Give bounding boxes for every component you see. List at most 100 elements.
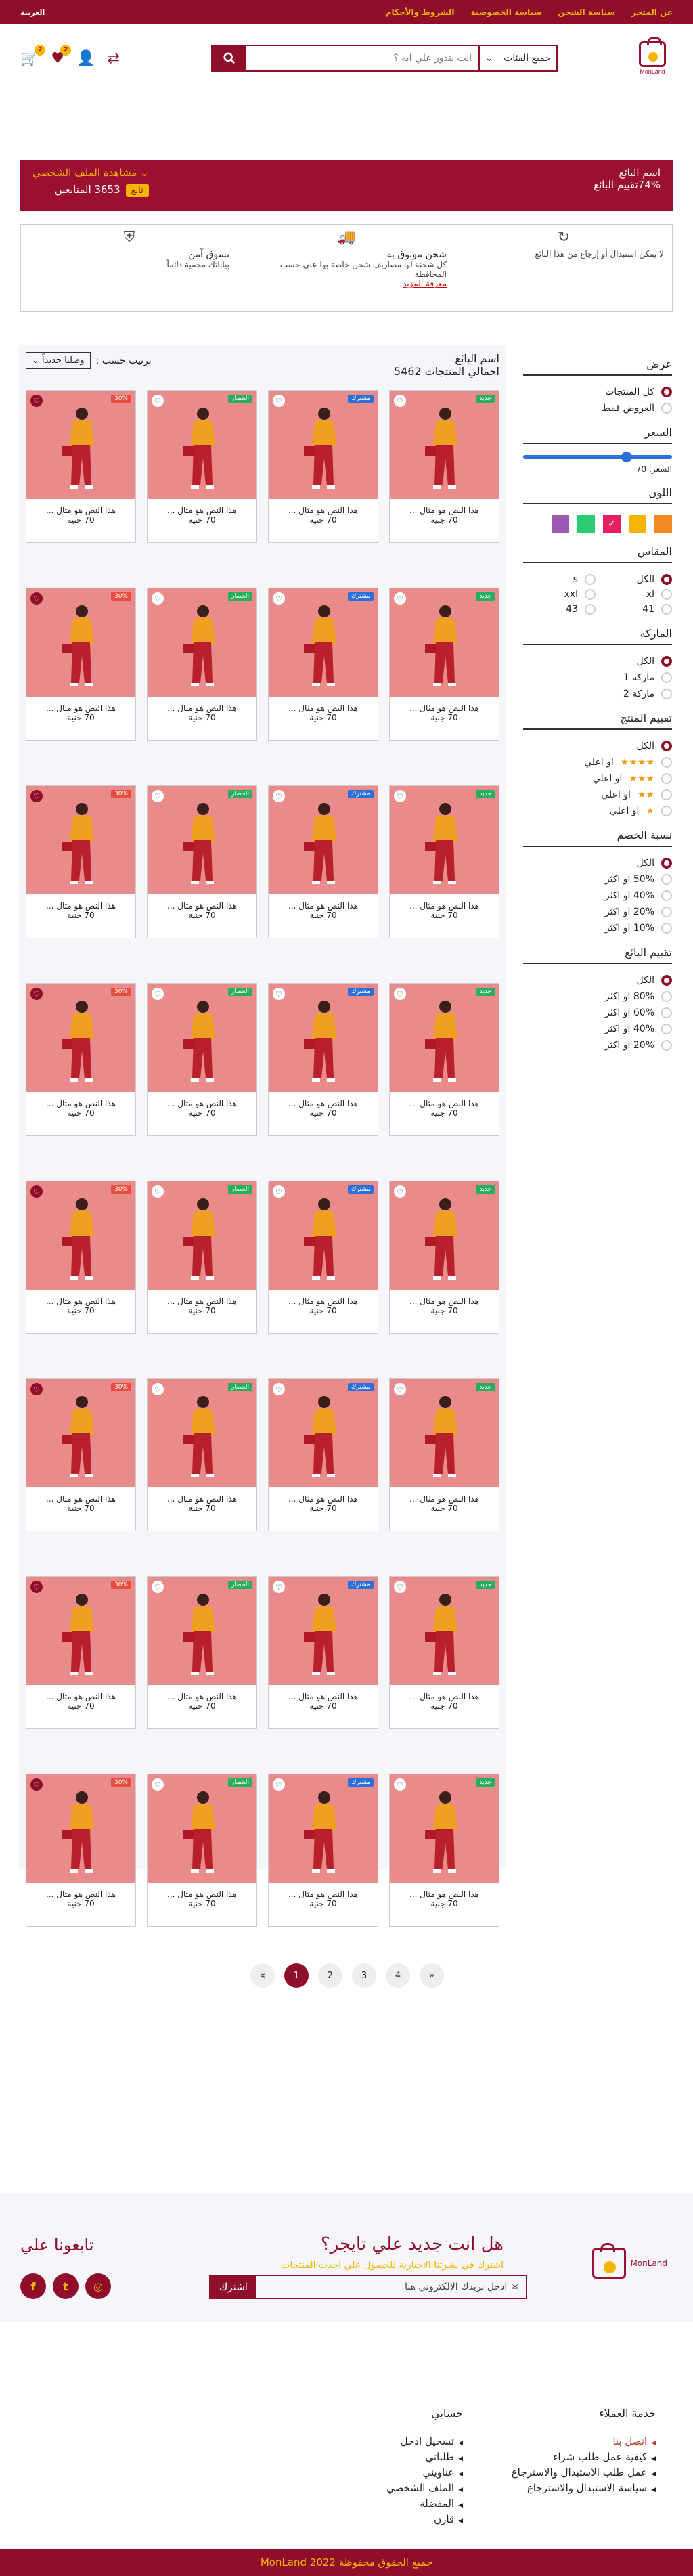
wishlist-heart-icon[interactable]: ♡: [394, 395, 406, 407]
user-icon[interactable]: 👤: [76, 50, 95, 67]
wishlist-heart-icon[interactable]: ♡: [394, 1383, 406, 1395]
product-card[interactable]: مشترك ♡ هذا النص هو مثال ... 70 جنية: [268, 390, 378, 543]
product-card[interactable]: مشترك ♡ هذا النص هو مثال ... 70 جنية: [268, 588, 378, 741]
product-image[interactable]: الحصار ♡: [148, 984, 256, 1092]
email-field[interactable]: ✉ ادخل بريدك الالكتروني هنا: [256, 2276, 526, 2298]
discount-option[interactable]: الكل: [523, 858, 672, 869]
wishlist-heart-icon[interactable]: ♡: [152, 592, 164, 605]
filter-option[interactable]: العروض فقط: [523, 403, 672, 414]
rating-option[interactable]: ★★★★ او اعلي: [523, 757, 672, 768]
product-card[interactable]: الحصار ♡ هذا النص هو مثال ... 70 جنية: [147, 1378, 257, 1531]
wishlist-heart-icon[interactable]: ♡: [273, 1581, 285, 1593]
wishlist-heart-icon[interactable]: ♡: [152, 988, 164, 1000]
wishlist-heart-icon[interactable]: ♡: [30, 1778, 43, 1791]
page-3[interactable]: 3: [352, 1963, 376, 1988]
footer-link[interactable]: عناويني: [386, 2466, 463, 2481]
product-image[interactable]: جديد ♡: [390, 786, 499, 894]
wishlist-heart-icon[interactable]: ♡: [273, 395, 285, 407]
product-image[interactable]: مشترك ♡: [269, 786, 378, 894]
color-swatch[interactable]: ✓: [603, 515, 621, 533]
product-name[interactable]: هذا النص هو مثال ...: [26, 1685, 135, 1701]
wishlist-heart-icon[interactable]: ♡: [152, 790, 164, 802]
wishlist-heart-icon[interactable]: ♡: [394, 790, 406, 802]
page-next[interactable]: »: [420, 1963, 444, 1988]
size-option[interactable]: الكل: [600, 574, 672, 585]
color-swatch[interactable]: [629, 515, 646, 533]
product-card[interactable]: مشترك ♡ هذا النص هو مثال ... 70 جنية: [268, 983, 378, 1136]
top-link-about[interactable]: عن المتجر: [631, 7, 673, 17]
seller-rating-option[interactable]: 80% او اكثر: [523, 991, 672, 1002]
discount-option[interactable]: 40% او اكثر: [523, 890, 672, 901]
follow-button[interactable]: تابع: [125, 184, 149, 197]
product-card[interactable]: الحصار ♡ هذا النص هو مثال ... 70 جنية: [147, 1774, 257, 1927]
product-name[interactable]: هذا النص هو مثال ...: [26, 1487, 135, 1504]
product-image[interactable]: الحصار ♡: [148, 1181, 256, 1290]
product-card[interactable]: 30% ♡ هذا النص هو مثال ... 70 جنية: [26, 1181, 136, 1334]
product-image[interactable]: مشترك ♡: [269, 1181, 378, 1290]
view-profile-link[interactable]: ⌄ مشاهدة الملف الشخصي: [32, 167, 149, 179]
discount-option[interactable]: 50% او اكثر: [523, 874, 672, 885]
product-image[interactable]: الحصار ♡: [148, 1774, 256, 1883]
brand-option[interactable]: ماركة 1: [523, 672, 672, 683]
product-name[interactable]: هذا النص هو مثال ...: [26, 1883, 135, 1899]
search-button[interactable]: [213, 46, 246, 70]
brand-option[interactable]: الكل: [523, 656, 672, 667]
product-card[interactable]: الحصار ♡ هذا النص هو مثال ... 70 جنية: [147, 588, 257, 741]
footer-link[interactable]: تسجيل ادخل: [386, 2435, 463, 2450]
product-image[interactable]: الحصار ♡: [148, 588, 256, 697]
compare-icon[interactable]: ⇄: [108, 50, 120, 67]
product-image[interactable]: 30% ♡: [26, 588, 135, 697]
logo[interactable]: MonLand: [632, 37, 673, 79]
product-name[interactable]: هذا النص هو مثال ...: [390, 1092, 499, 1108]
product-image[interactable]: مشترك ♡: [269, 984, 378, 1092]
product-card[interactable]: جديد ♡ هذا النص هو مثال ... 70 جنية: [389, 1576, 499, 1729]
product-image[interactable]: مشترك ♡: [269, 588, 378, 697]
brand-option[interactable]: ماركة 2: [523, 689, 672, 699]
product-name[interactable]: هذا النص هو مثال ...: [148, 499, 256, 515]
product-name[interactable]: هذا النص هو مثال ...: [390, 1487, 499, 1504]
product-name[interactable]: هذا النص هو مثال ...: [269, 1092, 378, 1108]
wishlist-heart-icon[interactable]: ♡: [273, 1383, 285, 1395]
product-name[interactable]: هذا النص هو مثال ...: [148, 894, 256, 911]
product-card[interactable]: 30% ♡ هذا النص هو مثال ... 70 جنية: [26, 983, 136, 1136]
footer-link[interactable]: سياسة الاستبدال والاسترجاع: [512, 2481, 656, 2497]
product-name[interactable]: هذا النص هو مثال ...: [26, 894, 135, 911]
product-card[interactable]: مشترك ♡ هذا النص هو مثال ... 70 جنية: [268, 1378, 378, 1531]
color-swatch[interactable]: [654, 515, 672, 533]
seller-rating-option[interactable]: 20% او اكثر: [523, 1040, 672, 1051]
page-4[interactable]: 4: [386, 1963, 410, 1988]
wishlist-heart-icon[interactable]: ♡: [394, 988, 406, 1000]
category-select[interactable]: جميع الفئات ⌄: [478, 46, 556, 70]
product-name[interactable]: هذا النص هو مثال ...: [269, 1685, 378, 1701]
page-1[interactable]: 1: [284, 1963, 309, 1988]
wishlist-heart-icon[interactable]: ♡: [273, 1185, 285, 1198]
size-option[interactable]: xxl: [523, 589, 596, 600]
language-switch[interactable]: العربية: [20, 8, 45, 17]
wishlist-heart-icon[interactable]: ♡: [152, 1778, 164, 1791]
product-card[interactable]: 30% ♡ هذا النص هو مثال ... 70 جنية: [26, 390, 136, 543]
wishlist-heart-icon[interactable]: ♡: [30, 1383, 43, 1395]
product-card[interactable]: جديد ♡ هذا النص هو مثال ... 70 جنية: [389, 1774, 499, 1927]
wishlist-heart-icon[interactable]: ♡: [152, 1581, 164, 1593]
wishlist-heart-icon[interactable]: ♡: [30, 1581, 43, 1593]
top-link-terms[interactable]: الشروط والأحكام: [386, 7, 455, 17]
product-card[interactable]: مشترك ♡ هذا النص هو مثال ... 70 جنية: [268, 1576, 378, 1729]
seller-rating-option[interactable]: الكل: [523, 975, 672, 986]
wishlist-heart-icon[interactable]: ♡: [30, 1185, 43, 1198]
product-name[interactable]: هذا النص هو مثال ...: [390, 697, 499, 713]
wishlist-heart-icon[interactable]: ♡: [394, 592, 406, 605]
product-image[interactable]: الحصار ♡: [148, 1379, 256, 1487]
product-name[interactable]: هذا النص هو مثال ...: [269, 1487, 378, 1504]
rating-option[interactable]: ★★ او اعلي: [523, 789, 672, 800]
discount-option[interactable]: 10% او اكثر: [523, 923, 672, 934]
product-card[interactable]: الحصار ♡ هذا النص هو مثال ... 70 جنية: [147, 983, 257, 1136]
sort-select[interactable]: وصلنا جديداً ⌄: [26, 352, 91, 369]
size-option[interactable]: s: [523, 574, 596, 585]
color-swatch[interactable]: [577, 515, 595, 533]
product-name[interactable]: هذا النص هو مثال ...: [148, 1487, 256, 1504]
product-image[interactable]: جديد ♡: [390, 1181, 499, 1290]
wishlist-heart-icon[interactable]: ♡: [152, 1185, 164, 1198]
product-card[interactable]: جديد ♡ هذا النص هو مثال ... 70 جنية: [389, 1181, 499, 1334]
footer-link[interactable]: طلباتي: [386, 2450, 463, 2466]
rating-option[interactable]: الكل: [523, 741, 672, 751]
